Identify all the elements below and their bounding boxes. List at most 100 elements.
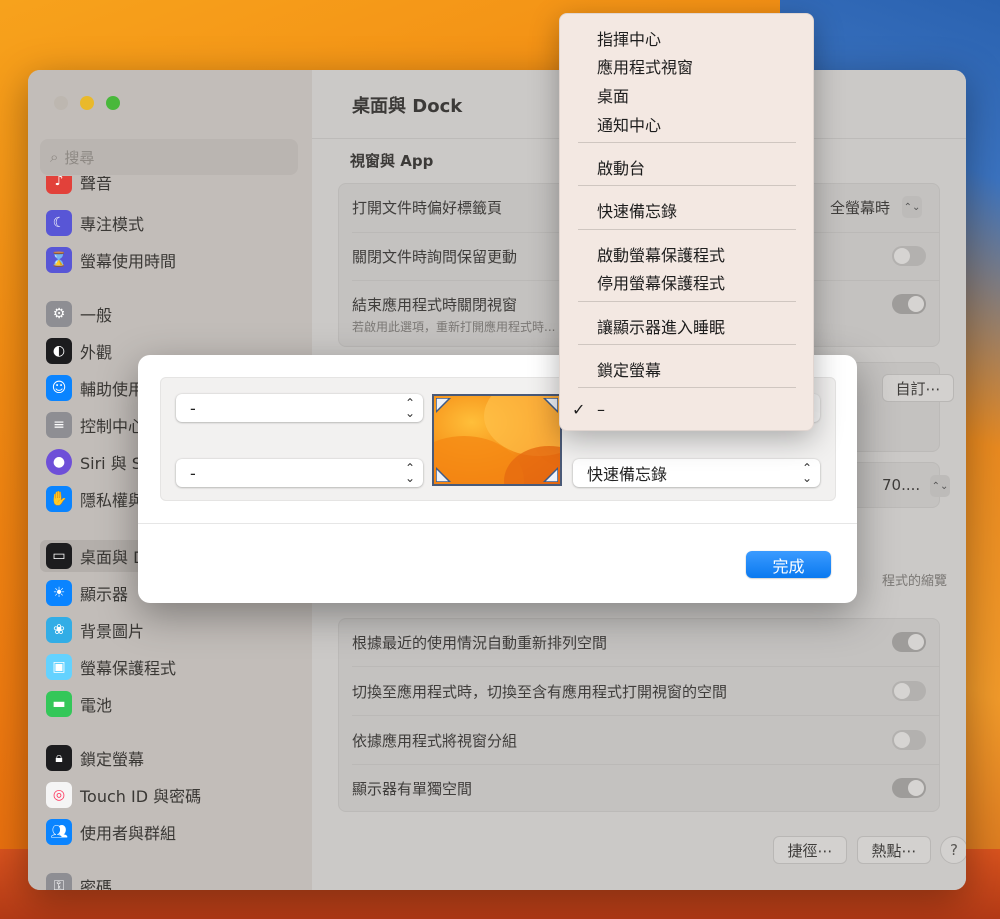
menu-item-lock-screen[interactable]: 鎖定螢幕 [597, 357, 661, 381]
menu-item-start-screensaver[interactable]: 啟動螢幕保護程式 [597, 242, 725, 266]
menu-item-notification-center[interactable]: 通知中心 [597, 112, 661, 136]
sidebar-item-lock-screen[interactable]: 🔒︎ 鎖定螢幕 [46, 742, 144, 774]
gear-icon: ⚙ [46, 301, 72, 327]
lock-icon: 🔒︎ [46, 745, 72, 771]
dialog-divider [138, 523, 857, 524]
menu-item-none[interactable]: – [597, 400, 605, 419]
zoom-window-button[interactable] [106, 96, 120, 110]
sun-icon: ☀ [46, 580, 72, 606]
sidebar-item-screensaver[interactable]: ▣ 螢幕保護程式 [46, 651, 176, 683]
select-value: - [190, 463, 196, 483]
sidebar-item-label: 螢幕使用時間 [80, 252, 177, 271]
close-windows-toggle[interactable] [892, 294, 926, 314]
menu-separator [578, 185, 796, 186]
speaker-icon: ♪ [46, 176, 72, 194]
done-button[interactable]: 完成 [746, 551, 831, 578]
checkmark-icon: ✓ [572, 400, 586, 419]
sidebar-item-displays[interactable]: ☀ 顯示器 [46, 577, 128, 609]
bottom-right-corner-select[interactable]: 快速備忘錄 ⌃ ⌄ [573, 459, 820, 487]
sidebar-item-label: 電池 [80, 696, 113, 715]
browser-stepper[interactable]: ⌃⌄ [930, 475, 950, 497]
dock-icon: ▭ [46, 543, 72, 569]
sidebar-item-label: 背景圖片 [80, 622, 145, 641]
sidebar-item-label: 輔助使用 [80, 380, 145, 399]
sidebar-item-label: 控制中心 [80, 417, 145, 436]
sidebar-item-label: 螢幕保護程式 [80, 659, 177, 678]
sidebar-item-label: Touch ID 與密碼 [80, 787, 202, 806]
sidebar-item-label: 一般 [80, 306, 113, 325]
sidebar-item-wallpaper[interactable]: ❀ 背景圖片 [46, 614, 144, 646]
users-icon: 👥︎ [46, 819, 72, 845]
ask-keep-label: 關閉文件時詢問保留更動 [352, 248, 518, 266]
shortcuts-button[interactable]: 捷徑⋯ [773, 836, 847, 864]
sidebar-item-sound[interactable]: ♪ 聲音 [46, 176, 112, 194]
close-window-button[interactable] [54, 96, 68, 110]
sidebar-item-label: 密碼 [80, 878, 113, 890]
close-windows-label: 結束應用程式時關閉視窗 [352, 296, 518, 314]
menu-item-app-windows[interactable]: 應用程式視窗 [597, 54, 693, 78]
menu-item-mission-control[interactable]: 指揮中心 [597, 26, 661, 50]
minimize-window-button[interactable] [80, 96, 94, 110]
close-windows-sub: 若啟用此選項，重新打開應用程式時... [352, 320, 556, 334]
tab-pref-value[interactable]: 全螢幕時 [830, 197, 890, 218]
hourglass-icon: ⌛ [46, 247, 72, 273]
bottom-left-corner-icon [436, 466, 452, 482]
bottom-right-corner-icon [542, 466, 558, 482]
sidebar-item-focus[interactable]: ☾ 專注模式 [46, 207, 144, 239]
sidebar-item-users[interactable]: 👥︎ 使用者與群組 [46, 816, 176, 848]
hot-corners-button[interactable]: 熱點⋯ [857, 836, 931, 864]
mc-switch-space-toggle[interactable] [892, 681, 926, 701]
menu-separator [578, 344, 796, 345]
corner-action-menu: 指揮中心 應用程式視窗 桌面 通知中心 啟動台 快速備忘錄 啟動螢幕保護程式 停… [559, 13, 814, 431]
hand-icon: ✋ [46, 486, 72, 512]
divider [352, 666, 940, 667]
menu-item-disable-screensaver[interactable]: 停用螢幕保護程式 [597, 270, 725, 294]
menu-item-desktop[interactable]: 桌面 [597, 83, 629, 107]
key-icon: ⚿ [46, 873, 72, 890]
mc-auto-rearrange-toggle[interactable] [892, 632, 926, 652]
menu-separator [578, 301, 796, 302]
sidebar-item-screen-time[interactable]: ⌛ 螢幕使用時間 [46, 244, 176, 276]
accessibility-icon: ☺ [46, 375, 72, 401]
search-placeholder: 搜尋 [64, 148, 95, 167]
help-button[interactable]: ? [940, 836, 966, 864]
section-title: 視窗與 App [350, 152, 434, 170]
sidebar-item-control-center[interactable]: ≡ 控制中心 [46, 409, 144, 441]
partial-value: 70.... [882, 476, 921, 494]
sidebar-item-appearance[interactable]: ◐ 外觀 [46, 335, 112, 367]
select-value: - [190, 398, 196, 418]
ask-keep-toggle[interactable] [892, 246, 926, 266]
search-icon: ⌕ [50, 148, 59, 166]
menu-item-display-sleep[interactable]: 讓顯示器進入睡眠 [597, 314, 725, 338]
chevron-updown-icon: ⌃ ⌄ [404, 396, 415, 420]
flower-icon: ❀ [46, 617, 72, 643]
moon-icon: ☾ [46, 210, 72, 236]
top-left-corner-select[interactable]: - ⌃ ⌄ [176, 394, 423, 422]
menu-item-quick-note[interactable]: 快速備忘錄 [597, 198, 677, 222]
mc-row-label: 根據最近的使用情況自動重新排列空間 [352, 634, 608, 652]
customize-button[interactable]: 自訂⋯ [882, 374, 954, 402]
switches-icon: ≡ [46, 412, 72, 438]
screensaver-icon: ▣ [46, 654, 72, 680]
sidebar-item-label: 使用者與群組 [80, 824, 177, 843]
battery-icon: ▬ [46, 691, 72, 717]
bottom-left-corner-select[interactable]: - ⌃ ⌄ [176, 459, 423, 487]
tab-pref-stepper[interactable]: ⌃⌄ [902, 196, 922, 218]
sidebar-item-passwords[interactable]: ⚿ 密碼 [46, 870, 112, 890]
menu-separator [578, 387, 796, 388]
appearance-icon: ◐ [46, 338, 72, 364]
sidebar-item-general[interactable]: ⚙ 一般 [46, 298, 112, 330]
menu-item-launchpad[interactable]: 啟動台 [597, 155, 645, 179]
page-title: 桌面與 Dock [352, 96, 463, 117]
mc-group-windows-toggle[interactable] [892, 730, 926, 750]
sidebar-item-label: 顯示器 [80, 585, 129, 604]
top-left-corner-icon [436, 398, 452, 414]
search-field[interactable]: ⌕ 搜尋 [40, 139, 298, 175]
sidebar-item-battery[interactable]: ▬ 電池 [46, 688, 112, 720]
sidebar-item-accessibility[interactable]: ☺ 輔助使用 [46, 372, 144, 404]
mc-separate-spaces-toggle[interactable] [892, 778, 926, 798]
menu-separator [578, 142, 796, 143]
siri-icon: ● [46, 449, 72, 475]
sidebar-item-touch-id[interactable]: ◎ Touch ID 與密碼 [46, 779, 201, 811]
desktop-thumbnail [432, 394, 562, 486]
